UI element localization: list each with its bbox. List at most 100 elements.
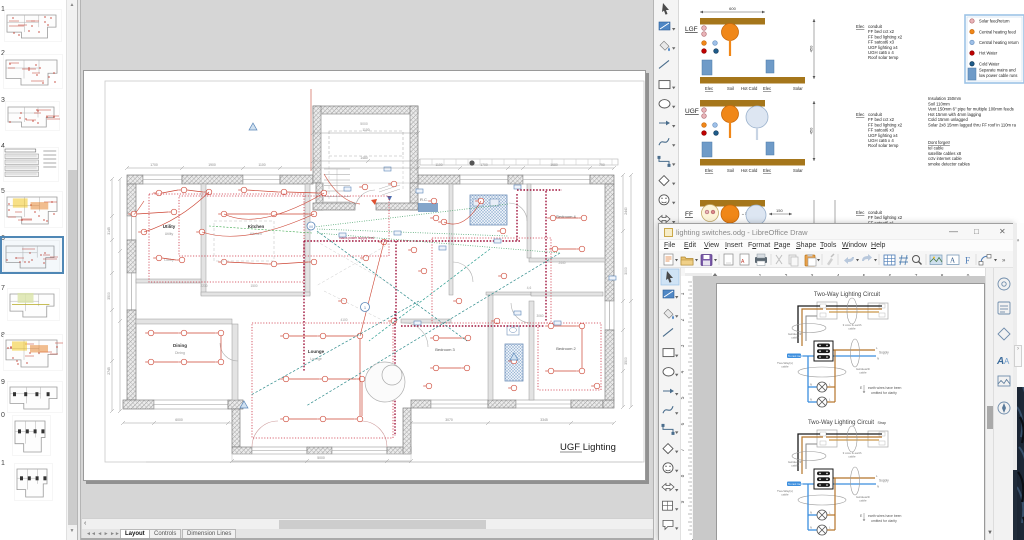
svg-text:E: E <box>860 386 863 390</box>
svg-text:Elec: Elec <box>856 24 865 29</box>
svg-text:3000: 3000 <box>624 267 628 275</box>
svg-text:tel cable: tel cable <box>928 146 944 151</box>
svg-text:N: N <box>810 398 812 402</box>
svg-text:Solar 2x8 15mm lagged thru FF: Solar 2x8 15mm lagged thru FF roof in 11… <box>928 123 1017 128</box>
svg-text:Soil 110mm: Soil 110mm <box>928 101 950 106</box>
svg-text:cable: cable <box>781 365 789 369</box>
svg-text:cable: cable <box>781 493 789 497</box>
svg-text:Elec: Elec <box>763 168 771 173</box>
svg-text:N: N <box>877 357 879 361</box>
svg-text:Soil: Soil <box>727 168 734 173</box>
svg-text:Insulation 150mm: Insulation 150mm <box>928 96 962 101</box>
svg-text:Hot Cold: Hot Cold <box>741 86 758 91</box>
svg-text:A: A <box>950 257 955 265</box>
svg-text:cable: cable <box>848 455 856 459</box>
svg-text:A: A <box>996 356 1004 367</box>
svg-text:1100: 1100 <box>362 128 369 132</box>
svg-text:N: N <box>810 526 812 530</box>
svg-text:1480: 1480 <box>360 156 368 160</box>
svg-text:Dining: Dining <box>175 351 185 355</box>
svg-text:low power cable runs: low power cable runs <box>979 73 1017 78</box>
svg-text:smoke detector cables: smoke detector cables <box>928 161 970 166</box>
svg-text:1680: 1680 <box>550 163 558 167</box>
svg-text:3500: 3500 <box>624 357 628 365</box>
svg-text:600: 600 <box>729 6 736 11</box>
svg-text:2440: 2440 <box>558 261 565 265</box>
svg-text:L: L <box>876 474 878 478</box>
svg-text:Hot 15mm with 4mm lagging: Hot 15mm with 4mm lagging <box>928 112 982 117</box>
svg-text:cable: cable <box>791 464 799 468</box>
svg-text:To next room: To next room <box>788 354 803 358</box>
svg-text:450: 450 <box>809 127 814 134</box>
svg-text:4: 4 <box>681 370 686 373</box>
svg-text:4,6: 4,6 <box>527 286 532 290</box>
svg-text:UGF Lighting: UGF Lighting <box>560 442 616 453</box>
svg-text:Bedroom 2: Bedroom 2 <box>556 346 576 351</box>
svg-text:6: 6 <box>681 422 686 425</box>
svg-text:Vent 150mm 6" pipe for multip: Vent 150mm 6" pipe for multiple 100mm fe… <box>928 107 1014 112</box>
svg-text:cable: cable <box>791 336 799 340</box>
svg-text:Kitchen: Kitchen <box>248 224 265 229</box>
svg-text:To next room: To next room <box>788 482 803 486</box>
svg-text:3060: 3060 <box>536 314 543 318</box>
svg-text:cable: cable <box>848 327 856 331</box>
svg-text:L: L <box>829 511 831 515</box>
svg-text:Dont forget!: Dont forget! <box>928 140 950 145</box>
svg-text:1500: 1500 <box>250 284 257 288</box>
svg-text:8: 8 <box>681 474 686 477</box>
svg-text:Central heating return: Central heating return <box>979 40 1019 45</box>
svg-text:Elec: Elec <box>763 86 771 91</box>
svg-text:450: 450 <box>809 45 814 52</box>
svg-text:Two-Way Lighting Circuit: Two-Way Lighting Circuit <box>814 292 880 298</box>
svg-text:L: L <box>829 526 831 530</box>
svg-text:R.C.: R.C. <box>420 197 428 202</box>
svg-text:Elec: Elec <box>856 210 865 215</box>
svg-text:6000: 6000 <box>175 418 183 422</box>
svg-text:7: 7 <box>681 448 686 451</box>
svg-text:N: N <box>877 485 879 489</box>
svg-text:3145: 3145 <box>107 227 111 235</box>
svg-text:Dining: Dining <box>173 343 187 348</box>
svg-text:4100: 4100 <box>340 318 347 322</box>
svg-text:2745: 2745 <box>107 367 111 375</box>
svg-text:790: 790 <box>599 163 605 167</box>
svg-text:E: E <box>860 514 863 518</box>
svg-text:1100: 1100 <box>258 163 265 167</box>
svg-text:Hot Water: Hot Water <box>979 51 998 56</box>
svg-text:Solar: Solar <box>793 168 803 173</box>
svg-text:omitted for clarity: omitted for clarity <box>871 391 897 395</box>
svg-text:9: 9 <box>681 500 686 503</box>
svg-text:1: 1 <box>681 292 686 295</box>
svg-text:Central heating feed: Central heating feed <box>979 29 1017 34</box>
svg-text:Elec: Elec <box>705 86 713 91</box>
svg-text:1900: 1900 <box>208 163 216 167</box>
svg-text:Supply: Supply <box>879 479 889 483</box>
svg-text:150: 150 <box>776 208 783 213</box>
svg-text:cable: cable <box>859 499 867 503</box>
svg-text:Cold Water: Cold Water <box>979 61 1000 66</box>
svg-text:Two-Way Lighting Circuit Stra: Two-Way Lighting Circuit Strap <box>808 420 886 426</box>
svg-text:L: L <box>829 383 831 387</box>
svg-text:M: M <box>309 224 312 229</box>
svg-text:3: 3 <box>681 344 686 347</box>
svg-text:3345: 3345 <box>540 418 548 422</box>
svg-text:2230: 2230 <box>200 284 207 288</box>
svg-text:5: 5 <box>681 396 686 399</box>
svg-text:Elec: Elec <box>705 168 713 173</box>
svg-text:Separate mains and: Separate mains and <box>979 68 1016 73</box>
svg-text:Supply: Supply <box>879 351 889 355</box>
svg-text:Bedroom 3: Bedroom 3 <box>435 347 455 352</box>
svg-text:2440: 2440 <box>624 207 628 215</box>
svg-text:F: F <box>965 256 970 266</box>
svg-text:LGF: LGF <box>685 26 698 33</box>
svg-text:»: » <box>1002 258 1006 264</box>
svg-text:1700: 1700 <box>480 163 488 167</box>
svg-text:3500: 3500 <box>107 292 111 300</box>
svg-text:L: L <box>829 398 831 402</box>
svg-text:Cold 15mm unlagged: Cold 15mm unlagged <box>928 117 968 122</box>
svg-text:A: A <box>1004 357 1010 366</box>
svg-text:Utility: Utility <box>165 232 174 236</box>
svg-text:N: N <box>810 511 812 515</box>
svg-text:FF: FF <box>685 211 693 218</box>
svg-text:2: 2 <box>681 318 686 321</box>
